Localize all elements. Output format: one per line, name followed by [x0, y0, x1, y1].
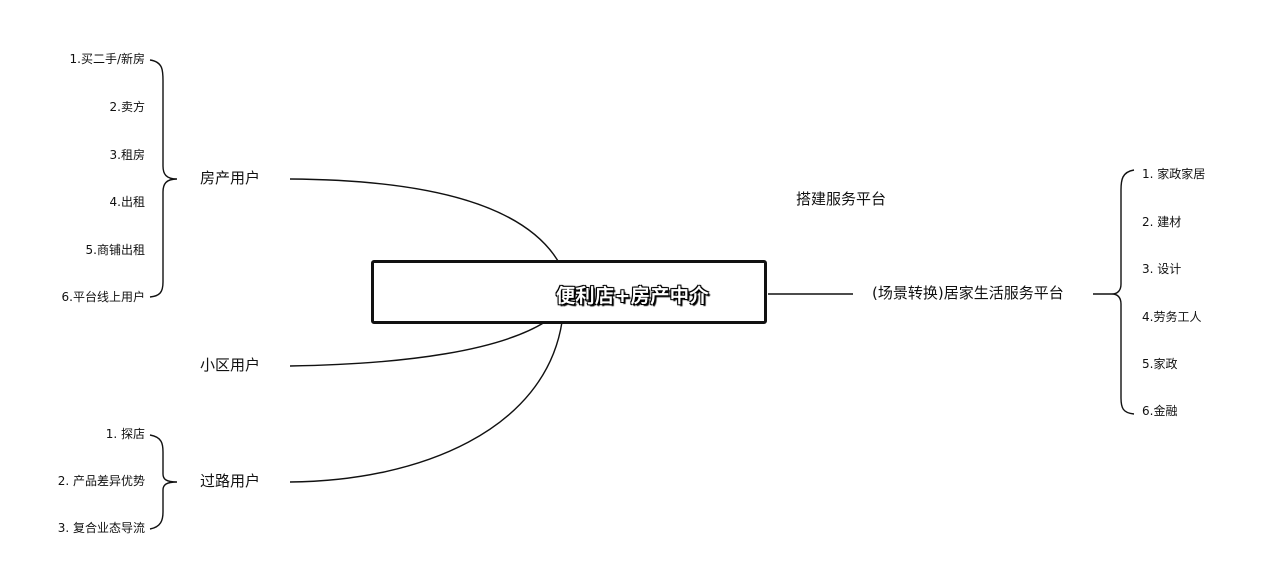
leaf-platform-item-5: 5.家政 [1142, 357, 1178, 371]
leaf-passing-item-2: 2. 产品差异优势 [57, 474, 145, 488]
leaf-platform-item-2: 2. 建材 [1142, 215, 1182, 229]
leaf-property-item-5: 5.商铺出租 [85, 243, 145, 257]
brace-platform [1111, 169, 1135, 415]
label-build-service-platform: 搭建服务平台 [796, 190, 887, 208]
branch-property-users: 房产用户 [200, 169, 261, 187]
branch-community-users: 小区用户 [200, 356, 261, 374]
leaf-property-item-6: 6.平台线上用户 [61, 290, 145, 304]
leaf-property-item-4: 4.出租 [109, 195, 145, 209]
leaf-platform-item-6: 6.金融 [1142, 404, 1178, 418]
leaf-platform-item-3: 3. 设计 [1142, 262, 1182, 276]
leaf-property-item-2: 2.卖方 [109, 100, 145, 114]
branch-passing-users: 过路用户 [200, 472, 261, 490]
leaf-passing-item-3: 3. 复合业态导流 [57, 521, 145, 535]
leaf-platform-item-4: 4.劳务工人 [1142, 310, 1202, 324]
brace-passing-users [149, 434, 178, 530]
leaf-passing-item-1: 1. 探店 [105, 427, 145, 441]
branch-home-life-platform: (场景转换)居家生活服务平台 [872, 284, 1064, 302]
connector-property-users [289, 178, 563, 269]
connector-passing-users [289, 321, 563, 483]
leaf-property-item-1: 1.买二手/新房 [69, 52, 146, 66]
leaf-property-item-3: 3.租房 [109, 148, 145, 162]
brace-property-users [149, 59, 178, 298]
center-node-title: 便利店+房产中介 [556, 285, 709, 307]
connector-community-users [289, 321, 546, 367]
leaf-platform-item-1: 1. 家政家居 [1142, 167, 1206, 181]
